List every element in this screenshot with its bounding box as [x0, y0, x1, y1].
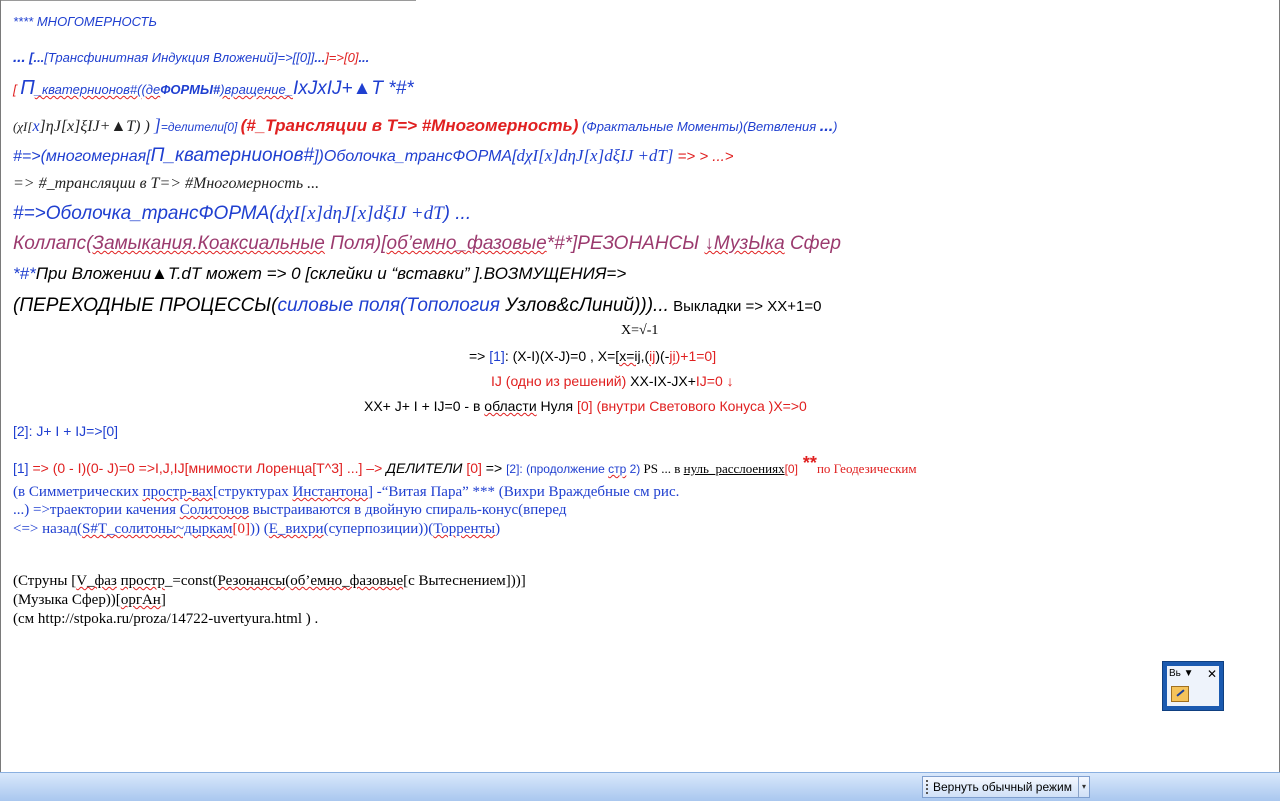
doc-line-22: (см http://stpoka.ru/proza/14722-uvertyu… — [13, 611, 319, 627]
styles-mini-toolbar[interactable]: Вь ▼ ✕ — [1162, 661, 1224, 711]
restore-normal-mode-label: Вернуть обычный режим — [933, 780, 1072, 794]
doc-line-13: IJ (одно из решений) XX-IX-JX+IJ=0 ↓ — [491, 373, 734, 389]
doc-line-17: (в Симметрических простр-вах[структурах … — [13, 484, 680, 500]
document-page[interactable]: **** МНОГОМЕРНОСТЬ ... [...[Трансфинитна… — [0, 0, 1280, 772]
page-top-border — [1, 0, 416, 1]
doc-line-21: (Музыка Сфер))[оргАн] — [13, 592, 166, 608]
doc-line-5: #=>(многомерная[П_кватернионов#])Оболочк… — [13, 145, 734, 166]
doc-line-16: [1] => (0 - I)(0- J)=0 =>I,J,IJ[мнимости… — [13, 453, 917, 476]
doc-line-6: => #_трансляции в T=> #Многомерность ... — [13, 175, 320, 192]
doc-line-7: #=>Оболочка_трансФОРМА(dχI[x]dηJ[x]dξIJ … — [13, 203, 472, 224]
pen-icon — [1176, 689, 1185, 697]
doc-line-8: Коллапс(Замыкания.Коаксиальные Поля)[об’… — [13, 233, 841, 254]
doc-line-12: => [1]: (X-I)(X-J)=0 , X=[x=ij,(ij)(-ji)… — [469, 348, 717, 364]
doc-line-11: X=√-1 — [621, 323, 659, 338]
doc-heading: **** МНОГОМЕРНОСТЬ — [13, 14, 157, 29]
doc-line-2: ... [...[Трансфинитная Индукция Вложений… — [13, 49, 370, 66]
mini-toolbar-body: Вь ▼ ✕ — [1167, 666, 1219, 706]
close-icon[interactable]: ✕ — [1207, 667, 1217, 681]
edit-style-icon[interactable] — [1171, 686, 1189, 702]
doc-line-4: (χI[x]ηJ[x]ξIJ+▲T) ) ]=делители[0] (#_Тр… — [13, 115, 838, 135]
doc-line-10: (ПЕРЕХОДНЫЕ ПРОЦЕССЫ(силовые поля(Тополо… — [13, 295, 822, 316]
doc-line-19: <=> назад(S#T_солитоны~дыркам[0])) (E_ви… — [13, 521, 501, 537]
styles-dropdown-button[interactable]: Вь ▼ — [1169, 668, 1194, 679]
doc-line-3: [ П_кватернионов#((деФОРМЫ#)вращение_IxJ… — [13, 77, 414, 99]
doc-line-18: ...) =>траектории качения Солитонов выст… — [13, 502, 567, 518]
restore-normal-mode-button[interactable]: Вернуть обычный режим ▾ — [922, 776, 1090, 798]
doc-line-9: *#*При Вложении▲T.dT может => 0 [склейки… — [13, 264, 627, 283]
doc-line-14: XX+ J+ I + IJ=0 - в области Нуля [0] (вн… — [364, 398, 807, 414]
chevron-down-icon[interactable]: ▾ — [1078, 777, 1089, 797]
doc-line-15: [2]: J+ I + IJ=>[0] — [13, 423, 119, 439]
status-bar: Вернуть обычный режим ▾ — [0, 772, 1280, 801]
doc-line-20: (Струны [V_фаз простр_=const(Резонансы(о… — [13, 573, 526, 589]
toolbar-grip-icon[interactable] — [926, 780, 930, 794]
